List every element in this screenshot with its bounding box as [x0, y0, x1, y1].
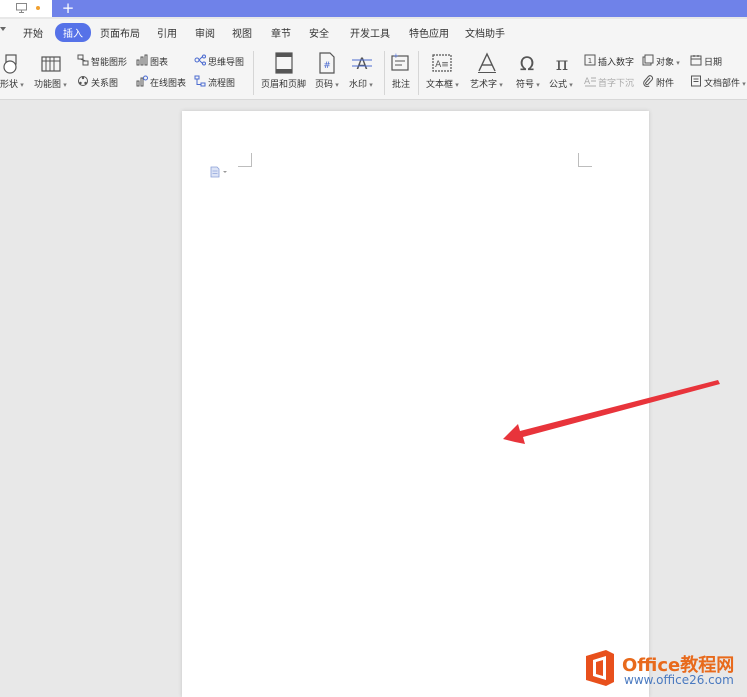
- document-page[interactable]: [182, 111, 649, 697]
- ribbon-divider: [418, 51, 419, 95]
- menu-item-features[interactable]: 特色应用: [409, 25, 449, 40]
- svg-text:Ω: Ω: [520, 53, 535, 74]
- online-chart-icon: [136, 75, 148, 87]
- relation-chart-button[interactable]: 关系图: [91, 76, 118, 89]
- mind-map-button[interactable]: 思维导图: [208, 55, 244, 68]
- flow-chart-icon: [194, 75, 206, 87]
- title-bar: +: [0, 0, 747, 17]
- page-number-button[interactable]: 页码 ▾: [315, 77, 339, 90]
- mind-map-icon: [194, 54, 206, 66]
- margin-corner-top-right: [578, 153, 592, 167]
- monitor-icon: [16, 3, 27, 13]
- object-icon: [642, 54, 654, 66]
- drop-cap-icon: A: [584, 77, 596, 87]
- page-number-icon: #: [319, 52, 335, 74]
- attachment-button[interactable]: 附件: [656, 76, 674, 89]
- flow-chart-button[interactable]: 流程图: [208, 76, 235, 89]
- comment-icon: +: [391, 52, 409, 71]
- menu-item-review[interactable]: 审阅: [195, 25, 215, 40]
- relation-chart-icon: [78, 76, 88, 86]
- svg-text:+: +: [393, 52, 399, 60]
- symbol-button[interactable]: 符号 ▾: [516, 77, 540, 90]
- menu-item-security[interactable]: 安全: [309, 25, 329, 40]
- document-tab[interactable]: [0, 0, 52, 17]
- tab-strip: [52, 0, 747, 17]
- function-chart-icon: [41, 56, 61, 72]
- header-footer-button[interactable]: 页眉和页脚: [261, 77, 306, 90]
- ribbon-divider: [384, 51, 385, 95]
- word-art-icon: [478, 52, 496, 73]
- watermark-icon: A: [352, 54, 372, 73]
- unsaved-dot: [36, 6, 40, 10]
- omega-symbol-icon: Ω: [520, 53, 535, 74]
- margin-corner-top-left: [238, 153, 252, 167]
- menu-item-home[interactable]: 开始: [23, 25, 43, 40]
- word-art-button[interactable]: 艺术字 ▾: [470, 77, 503, 90]
- paragraph-layout-icon[interactable]: [210, 166, 232, 178]
- formula-button[interactable]: 公式 ▾: [549, 77, 573, 90]
- svg-text:1: 1: [588, 57, 592, 65]
- office-logo-icon: [586, 650, 614, 686]
- doc-parts-icon: [691, 75, 701, 87]
- menu-item-chapter[interactable]: 章节: [271, 25, 291, 40]
- smart-art-icon: [77, 54, 89, 66]
- drop-cap-button[interactable]: 首字下沉: [598, 76, 634, 89]
- online-chart-button[interactable]: 在线图表: [150, 76, 186, 89]
- menu-bar: 开始 插入 页面布局 引用 审阅 视图 章节 安全 开发工具 特色应用 文档助手: [0, 19, 747, 45]
- menu-item-view[interactable]: 视图: [232, 25, 252, 40]
- menu-item-doc-assistant[interactable]: 文档助手: [465, 25, 505, 40]
- date-button[interactable]: 日期: [704, 55, 722, 68]
- insert-number-button[interactable]: 插入数字: [598, 55, 634, 68]
- smart-art-button[interactable]: 智能图形: [91, 55, 127, 68]
- brand-url: www.office26.com: [624, 673, 734, 687]
- comment-button[interactable]: 批注: [392, 77, 410, 90]
- svg-text:#: #: [323, 61, 331, 71]
- menu-item-references[interactable]: 引用: [157, 25, 177, 40]
- pi-formula-icon: π: [556, 53, 569, 74]
- menu-item-page-layout[interactable]: 页面布局: [100, 25, 140, 40]
- doc-parts-button[interactable]: 文档部件 ▾: [704, 76, 746, 89]
- menu-item-developer[interactable]: 开发工具: [350, 25, 390, 40]
- insert-number-icon: 1: [584, 54, 596, 66]
- new-tab-button[interactable]: +: [60, 0, 76, 17]
- ribbon-toolbar: 形状 ▾ 功能图 ▾ 智能图形 图表 思维导图 关系图 在线图表 流程图 页眉和…: [0, 45, 747, 100]
- shape-icon[interactable]: [0, 53, 22, 75]
- object-button[interactable]: 对象 ▾: [656, 55, 680, 68]
- menu-item-insert[interactable]: 插入: [55, 23, 91, 42]
- calendar-icon: [690, 55, 702, 66]
- paperclip-icon: [643, 75, 653, 87]
- svg-text:A≡: A≡: [435, 60, 449, 70]
- text-box-icon: A≡: [432, 54, 452, 72]
- shape-button[interactable]: 形状 ▾: [0, 77, 24, 90]
- chart-icon: [136, 54, 148, 66]
- office-brand-watermark: Office教程网 www.office26.com: [582, 648, 742, 690]
- svg-text:π: π: [556, 53, 569, 74]
- menu-collapse-caret-icon[interactable]: [0, 27, 6, 31]
- text-box-button[interactable]: 文本框 ▾: [426, 77, 459, 90]
- function-chart-button[interactable]: 功能图 ▾: [34, 77, 67, 90]
- header-footer-icon: [275, 52, 293, 74]
- watermark-button[interactable]: 水印 ▾: [349, 77, 373, 90]
- svg-text:A: A: [357, 54, 368, 73]
- ribbon-divider: [253, 51, 254, 95]
- chart-button[interactable]: 图表: [150, 55, 168, 68]
